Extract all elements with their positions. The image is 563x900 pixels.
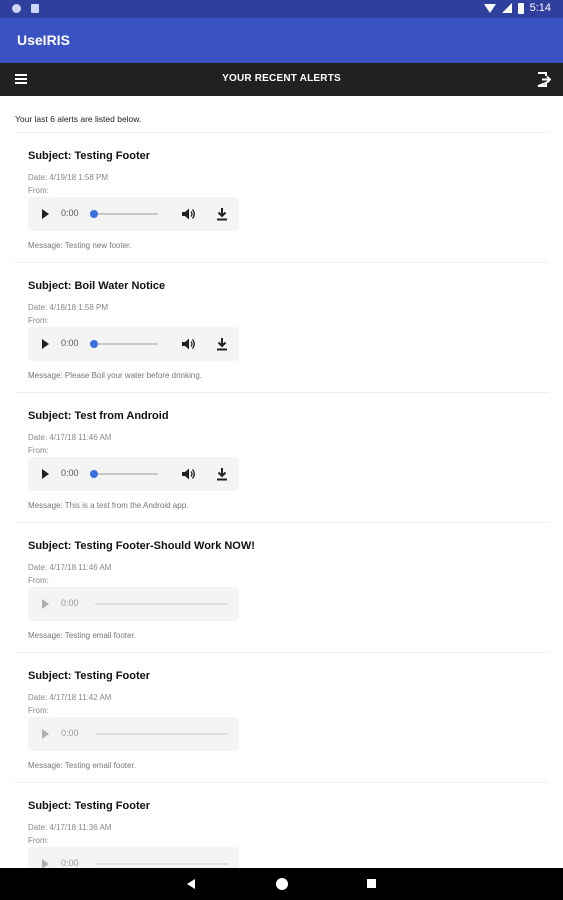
seek-bar (95, 733, 228, 735)
alert-date: Date: 4/17/18 11:46 AM (28, 433, 112, 442)
battery-icon (517, 2, 524, 14)
seek-knob[interactable] (90, 340, 98, 348)
back-triangle-icon[interactable] (187, 879, 195, 889)
audio-player: 0:00 (28, 197, 239, 231)
download-icon[interactable] (216, 337, 228, 351)
audio-player: 0:00 (28, 717, 239, 751)
play-icon (42, 859, 49, 868)
audio-player: 0:00 (28, 457, 239, 491)
home-circle-icon[interactable] (276, 878, 288, 890)
audio-player: 0:00 (28, 847, 239, 868)
audio-time: 0:00 (61, 468, 79, 478)
seek-bar (95, 603, 228, 605)
alert-date: Date: 4/17/18 11:36 AM (28, 823, 112, 832)
notification-dot-icon (12, 4, 21, 13)
alert-from: From: (28, 836, 49, 845)
audio-time: 0:00 (61, 208, 79, 218)
system-nav-bar (0, 868, 563, 900)
play-icon (42, 599, 49, 609)
app-bar: UseIRIS (0, 18, 563, 63)
audio-time: 0:00 (61, 338, 79, 348)
signal-icon (501, 3, 512, 13)
alert-date: Date: 4/17/18 11:42 AM (28, 693, 112, 702)
alert-date: Date: 4/19/18 1:58 PM (28, 173, 109, 182)
alert-item: Subject: Testing Footer Date: 4/17/18 11… (15, 652, 549, 782)
seek-bar[interactable] (90, 340, 158, 348)
notification-icons (12, 4, 39, 13)
alert-message: Message: Testing email footer. (28, 631, 136, 640)
logout-icon[interactable] (537, 72, 551, 87)
system-icons: 5:14 (483, 2, 551, 14)
volume-icon[interactable] (181, 467, 195, 481)
alert-from: From: (28, 446, 49, 455)
wifi-icon (483, 3, 496, 13)
seek-bar[interactable] (90, 210, 158, 218)
seek-bar (95, 863, 228, 865)
alert-message: Message: Please Boil your water before d… (28, 371, 202, 380)
intro-text: Your last 6 alerts are listed below. (15, 114, 142, 124)
alert-from: From: (28, 186, 49, 195)
volume-icon[interactable] (181, 337, 195, 351)
status-bar: 5:14 (0, 0, 563, 18)
alert-list: Subject: Testing Footer Date: 4/19/18 1:… (15, 132, 549, 868)
alert-message: Message: Testing new footer. (28, 241, 132, 250)
alert-subject: Subject: Testing Footer (28, 800, 151, 812)
play-icon (42, 729, 49, 739)
alert-date: Date: 4/17/18 11:46 AM (28, 563, 112, 572)
seek-knob[interactable] (90, 470, 98, 478)
alerts-content[interactable]: Your last 6 alerts are listed below. Sub… (0, 96, 563, 868)
seek-bar[interactable] (90, 470, 158, 478)
audio-time: 0:00 (61, 858, 79, 868)
sd-card-icon (31, 4, 39, 13)
page-title: YOUR RECENT ALERTS (222, 73, 341, 84)
alert-item: Subject: Testing Footer-Should Work NOW!… (15, 522, 549, 652)
alert-item: Subject: Boil Water Notice Date: 4/18/18… (15, 262, 549, 392)
toolbar: YOUR RECENT ALERTS (0, 63, 563, 96)
alert-from: From: (28, 316, 49, 325)
status-time: 5:14 (529, 2, 551, 14)
play-icon[interactable] (42, 339, 49, 349)
alert-message: Message: This is a test from the Android… (28, 501, 189, 510)
audio-time: 0:00 (61, 598, 79, 608)
audio-time: 0:00 (61, 728, 79, 738)
download-icon[interactable] (216, 467, 228, 481)
download-icon[interactable] (216, 207, 228, 221)
alert-subject: Subject: Testing Footer (28, 670, 151, 682)
alert-item: Subject: Test from Android Date: 4/17/18… (15, 392, 549, 522)
alert-subject: Subject: Boil Water Notice (28, 280, 166, 292)
app-title: UseIRIS (17, 32, 70, 48)
alert-subject: Subject: Test from Android (28, 410, 169, 422)
alert-from: From: (28, 576, 49, 585)
alert-subject: Subject: Testing Footer-Should Work NOW! (28, 540, 255, 552)
alert-from: From: (28, 706, 49, 715)
seek-knob[interactable] (90, 210, 98, 218)
audio-player: 0:00 (28, 587, 239, 621)
alert-date: Date: 4/18/18 1:58 PM (28, 303, 109, 312)
volume-icon[interactable] (181, 207, 195, 221)
alert-subject: Subject: Testing Footer (28, 150, 151, 162)
play-icon[interactable] (42, 469, 49, 479)
play-icon[interactable] (42, 209, 49, 219)
alert-item: Subject: Testing Footer Date: 4/17/18 11… (15, 782, 549, 868)
recent-apps-square-icon[interactable] (367, 879, 376, 888)
alert-message: Message: Testing email footer. (28, 761, 136, 770)
audio-player: 0:00 (28, 327, 239, 361)
alert-item: Subject: Testing Footer Date: 4/19/18 1:… (15, 132, 549, 262)
